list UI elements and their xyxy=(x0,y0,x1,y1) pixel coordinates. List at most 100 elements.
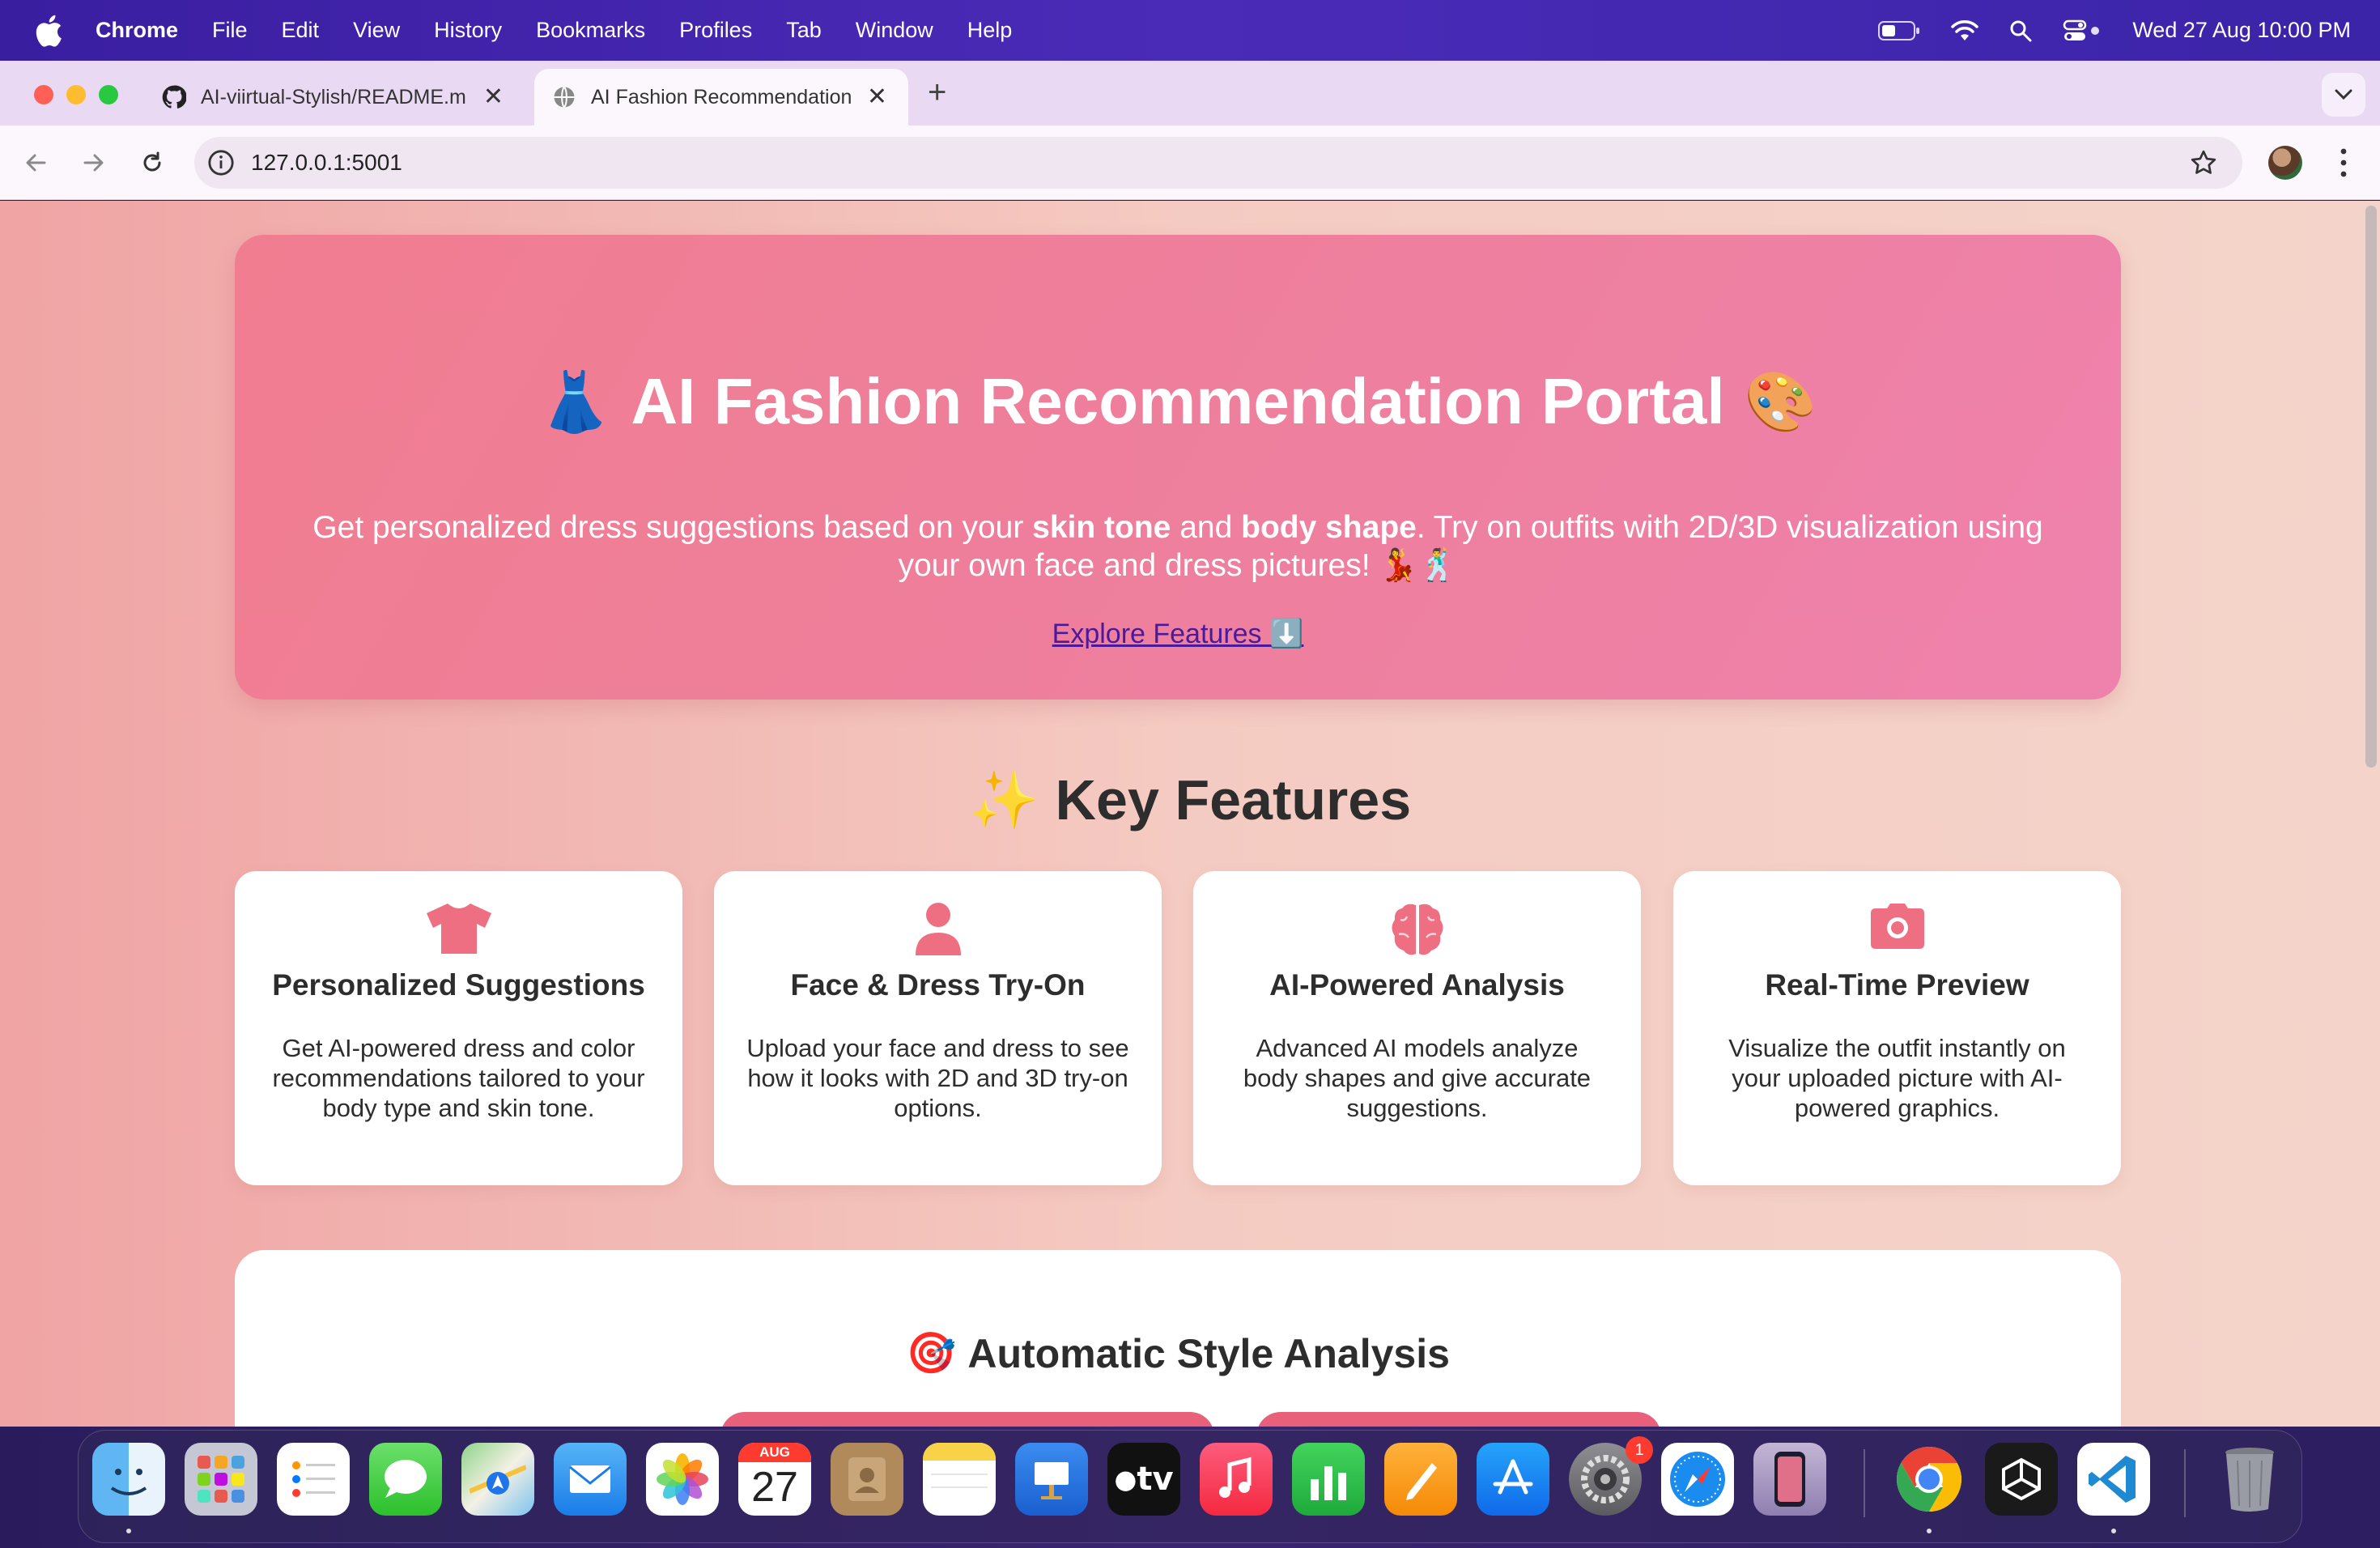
apple-icon[interactable] xyxy=(31,11,70,50)
style-analysis-title: Automatic Style Analysis xyxy=(967,1330,1450,1376)
menu-window[interactable]: Window xyxy=(856,18,933,43)
tab-close-icon[interactable]: ✕ xyxy=(483,85,504,109)
menubar-clock[interactable]: Wed 27 Aug 10:00 PM xyxy=(2132,18,2351,43)
safari-icon[interactable] xyxy=(1661,1443,1734,1516)
visual-studio-code-icon[interactable] xyxy=(2077,1443,2150,1516)
feature-title: Personalized Suggestions xyxy=(272,968,645,1002)
github-icon xyxy=(162,85,186,108)
style-analysis-heading: 🎯 Automatic Style Analysis xyxy=(235,1329,2121,1377)
tab-github-readme[interactable]: AI-viirtual-Stylish/README.m ✕ xyxy=(144,69,525,125)
feature-card-preview: Real-Time Preview Visualize the outfit i… xyxy=(1673,871,2121,1185)
mail-icon[interactable] xyxy=(554,1443,627,1516)
calendar-icon[interactable]: AUG 27 xyxy=(738,1443,811,1516)
new-tab-button[interactable]: + xyxy=(928,74,946,110)
camera-icon xyxy=(1870,904,1924,949)
wifi-icon[interactable] xyxy=(1951,19,1979,42)
subtitle-text: and xyxy=(1171,510,1242,545)
reload-icon xyxy=(143,151,161,172)
window-zoom-button[interactable] xyxy=(99,85,118,104)
control-center-icon[interactable] xyxy=(2063,19,2102,42)
music-icon[interactable] xyxy=(1200,1443,1273,1516)
notes-line xyxy=(931,1486,988,1488)
site-info-icon[interactable] xyxy=(207,149,235,176)
user-icon xyxy=(915,903,961,955)
menu-file[interactable]: File xyxy=(212,18,248,43)
tab-ai-fashion[interactable]: AI Fashion Recommendation ✕ xyxy=(534,69,908,125)
trash-icon[interactable] xyxy=(2213,1443,2286,1516)
photos-icon[interactable] xyxy=(646,1443,719,1516)
menu-tab[interactable]: Tab xyxy=(786,18,822,43)
tshirt-icon xyxy=(426,904,491,954)
arrow-right-icon xyxy=(83,154,104,172)
battery-icon[interactable] xyxy=(1878,20,1920,41)
style-analysis-section: 🎯 Automatic Style Analysis xyxy=(235,1250,2121,1427)
apple-tv-icon[interactable]: ● tv xyxy=(1107,1443,1180,1516)
window-minimize-button[interactable] xyxy=(66,85,86,104)
feature-description: Upload your face and dress to see how it… xyxy=(746,1034,1129,1122)
tab-title: AI Fashion Recommendation xyxy=(591,85,852,108)
address-bar[interactable]: 127.0.0.1:5001 xyxy=(194,137,2242,189)
window-close-button[interactable] xyxy=(34,85,53,104)
feature-card-try-on: Face & Dress Try-On Upload your face and… xyxy=(714,871,1162,1185)
menu-bookmarks[interactable]: Bookmarks xyxy=(536,18,645,43)
tv-label: tv xyxy=(1137,1461,1174,1498)
menu-help[interactable]: Help xyxy=(967,18,1013,43)
keynote-icon[interactable] xyxy=(1015,1443,1088,1516)
running-indicator xyxy=(2111,1529,2116,1533)
forward-button[interactable] xyxy=(76,145,112,181)
page-scrollbar[interactable] xyxy=(2365,206,2377,768)
page-title: 👗 AI Fashion Recommendation Portal 🎨 xyxy=(235,364,2121,439)
unity-icon[interactable] xyxy=(1985,1443,2058,1516)
notes-header xyxy=(923,1443,996,1461)
dock-separator xyxy=(1864,1449,1865,1517)
feature-title: AI-Powered Analysis xyxy=(1269,968,1565,1002)
analysis-action-button[interactable] xyxy=(1256,1412,1661,1427)
apple-logo-small: ● xyxy=(1114,1464,1137,1495)
menu-edit[interactable]: Edit xyxy=(282,18,320,43)
pages-icon[interactable] xyxy=(1384,1443,1457,1516)
menu-view[interactable]: View xyxy=(353,18,400,43)
finder-icon[interactable] xyxy=(92,1443,165,1516)
messages-icon[interactable] xyxy=(369,1443,442,1516)
url-text[interactable]: 127.0.0.1:5001 xyxy=(251,150,402,176)
menu-profiles[interactable]: Profiles xyxy=(679,18,752,43)
menu-bar: Chrome File Edit View History Bookmarks … xyxy=(0,0,2380,61)
calendar-day: 27 xyxy=(751,1464,798,1511)
feature-card-ai-analysis: AI-Powered Analysis Advanced AI models a… xyxy=(1193,871,1641,1185)
tab-search-button[interactable] xyxy=(2322,73,2365,117)
hero-banner: 👗 AI Fashion Recommendation Portal 🎨 Get… xyxy=(235,235,2121,700)
tab-close-icon[interactable]: ✕ xyxy=(867,85,887,109)
dock-separator xyxy=(2184,1449,2186,1517)
contacts-icon[interactable] xyxy=(831,1443,903,1516)
bookmark-star-icon[interactable] xyxy=(2189,148,2218,177)
reminders-icon[interactable] xyxy=(277,1443,350,1516)
analysis-action-button[interactable] xyxy=(720,1412,1214,1427)
app-store-icon[interactable] xyxy=(1477,1443,1549,1516)
menu-app-name[interactable]: Chrome xyxy=(96,18,178,43)
menu-history[interactable]: History xyxy=(434,18,502,43)
google-chrome-icon[interactable] xyxy=(1893,1443,1966,1516)
iphone-mirroring-icon[interactable] xyxy=(1753,1443,1826,1516)
spotlight-search-icon[interactable] xyxy=(2009,19,2032,42)
dress-emoji: 👗 xyxy=(538,369,612,435)
notification-badge: 1 xyxy=(1626,1436,1653,1464)
reload-button[interactable] xyxy=(134,145,170,181)
running-indicator xyxy=(126,1529,131,1533)
launchpad-icon[interactable] xyxy=(185,1443,257,1516)
numbers-icon[interactable] xyxy=(1292,1443,1365,1516)
back-button[interactable] xyxy=(18,145,53,181)
feature-cards: Personalized Suggestions Get AI-powered … xyxy=(235,871,2121,1185)
arrow-left-icon xyxy=(26,154,46,172)
more-options-icon[interactable] xyxy=(2331,145,2356,181)
globe-icon xyxy=(554,86,575,108)
browser-toolbar: 127.0.0.1:5001 xyxy=(0,125,2380,200)
explore-features-link[interactable]: Explore Features ⬇️ xyxy=(1052,619,1304,649)
subtitle-text: Get personalized dress suggestions based… xyxy=(312,510,1033,545)
feature-title: Real-Time Preview xyxy=(1765,968,2029,1002)
page-viewport: 👗 AI Fashion Recommendation Portal 🎨 Get… xyxy=(0,201,2380,1427)
notes-icon[interactable] xyxy=(923,1443,996,1516)
maps-icon[interactable] xyxy=(461,1443,534,1516)
hero-subtitle: Get personalized dress suggestions based… xyxy=(283,508,2072,585)
profile-avatar[interactable] xyxy=(2268,146,2302,180)
running-indicator xyxy=(1927,1529,1932,1533)
